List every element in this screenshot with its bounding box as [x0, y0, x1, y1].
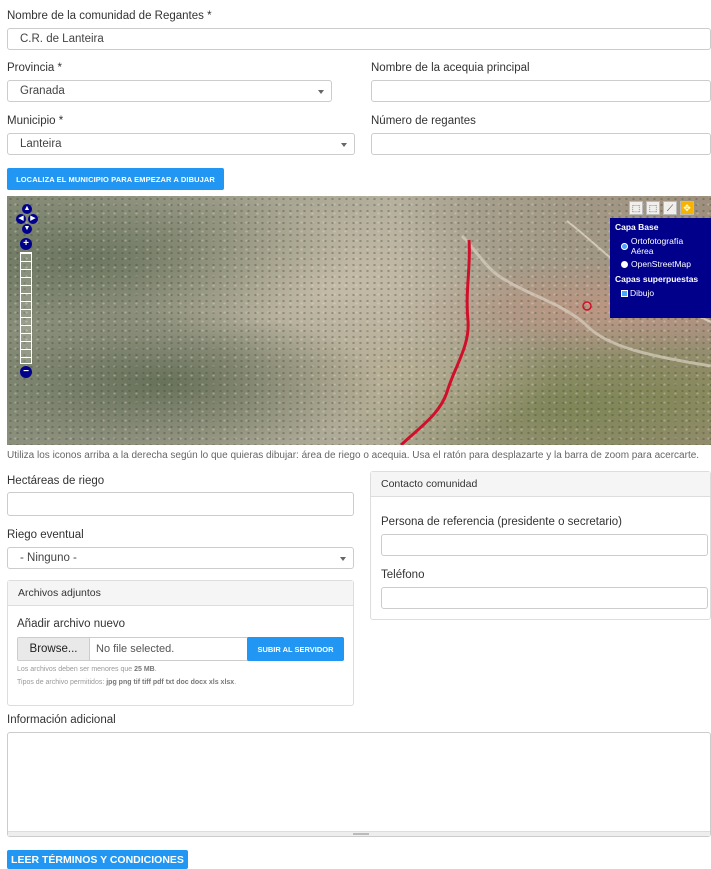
attachments-panel-title: Archivos adjuntos: [8, 581, 353, 606]
file-status: No file selected.: [96, 643, 175, 655]
contact-person-label: Persona de referencia (presidente o secr…: [381, 516, 622, 528]
radio-icon: [621, 260, 628, 268]
irrigators-label: Número de regantes: [371, 115, 476, 127]
municipality-value: Lanteira: [20, 138, 62, 150]
pan-down-icon[interactable]: ▼: [22, 224, 32, 234]
add-file-label: Añadir archivo nuevo: [17, 618, 126, 630]
contact-panel: Contacto comunidad Persona de referencia…: [370, 471, 711, 620]
zoom-slider[interactable]: [20, 252, 32, 364]
pan-right-icon[interactable]: ▶: [28, 214, 38, 224]
upload-button[interactable]: SUBIR AL SERVIDOR: [247, 637, 344, 661]
locate-municipality-button[interactable]: LOCALIZA EL MUNICIPIO PARA EMPEZAR A DIB…: [7, 168, 224, 190]
additional-info-textarea[interactable]: [7, 732, 711, 837]
types-note: Tipos de archivo permitidos: jpg png tif…: [17, 679, 237, 686]
zoom-out-button[interactable]: −: [20, 366, 32, 378]
caret-down-icon: [341, 143, 347, 147]
irrigators-input[interactable]: [371, 133, 711, 155]
drawn-point[interactable]: [582, 301, 592, 311]
base-layer-label: Ortofotografía Aérea: [630, 236, 684, 256]
canal-input[interactable]: [371, 80, 711, 102]
pan-left-icon[interactable]: ◀: [16, 214, 26, 224]
caret-down-icon: [340, 557, 346, 561]
province-select[interactable]: Granada: [7, 80, 332, 102]
pan-up-icon[interactable]: ▲: [22, 204, 32, 214]
overlay-layer-heading: Capas superpuestas: [615, 274, 699, 284]
eventual-irrigation-label: Riego eventual: [7, 529, 84, 541]
overlay-option-dibujo[interactable]: Dibujo: [621, 288, 706, 298]
map-navigation: ▲ ◀ ▶ ▼ + −: [16, 204, 38, 378]
canal-label: Nombre de la acequia principal: [371, 62, 530, 74]
resize-grip-icon: [353, 833, 369, 835]
base-layer-heading: Capa Base: [615, 222, 659, 232]
attachments-panel: Archivos adjuntos Añadir archivo nuevo B…: [7, 580, 354, 706]
base-layer-option-ortho[interactable]: Ortofotografía Aérea: [621, 236, 706, 256]
community-name-label: Nombre de la comunidad de Regantes *: [7, 10, 212, 22]
base-layer-label: OpenStreetMap: [631, 259, 692, 269]
pan-tool-icon[interactable]: ✥: [680, 201, 694, 215]
overlay-layer-label: Dibujo: [630, 288, 655, 298]
size-note-text: Los archivos deben ser menores que: [17, 666, 135, 673]
types-note-text: Tipos de archivo permitidos:: [17, 679, 107, 686]
draw-toolbar: ⬚ ⬚ ⟋ ✥: [629, 201, 694, 215]
eventual-irrigation-select[interactable]: - Ninguno -: [7, 547, 354, 569]
additional-info-label: Información adicional: [7, 714, 116, 726]
municipality-label: Municipio *: [7, 115, 64, 127]
types-note-value: jpg png tif tiff pdf txt doc docx xls xl…: [106, 679, 235, 686]
map-help-text: Utiliza los iconos arriba a la derecha s…: [7, 450, 700, 461]
draw-line-icon[interactable]: ⟋: [663, 201, 677, 215]
municipality-select[interactable]: Lanteira: [7, 133, 355, 155]
browse-button[interactable]: Browse...: [18, 638, 90, 660]
contact-panel-title: Contacto comunidad: [371, 472, 710, 497]
community-name-value: C.R. de Lanteira: [20, 33, 104, 45]
map-overlay: [399, 220, 711, 445]
terms-button[interactable]: LEER TÉRMINOS Y CONDICIONES: [7, 850, 188, 869]
phone-input[interactable]: [381, 587, 708, 609]
caret-down-icon: [318, 90, 324, 94]
draw-area-icon[interactable]: ⬚: [646, 201, 660, 215]
size-note: Los archivos deben ser menores que 25 MB…: [17, 666, 157, 673]
pan-control: ▲ ◀ ▶ ▼: [16, 204, 38, 234]
radio-selected-icon: [621, 242, 628, 250]
eventual-irrigation-value: - Ninguno -: [20, 552, 77, 564]
canal-route[interactable]: [399, 239, 471, 445]
map-view[interactable]: ▲ ◀ ▶ ▼ + − ⬚ ⬚ ⟋ ✥ Capa Base Ortofotogr…: [7, 196, 711, 445]
textarea-resize-bar[interactable]: [8, 831, 710, 836]
checkbox-checked-icon: [621, 289, 628, 297]
base-layer-option-osm[interactable]: OpenStreetMap: [621, 259, 706, 269]
zoom-in-button[interactable]: +: [20, 238, 32, 250]
contact-person-input[interactable]: [381, 534, 708, 556]
province-label: Provincia *: [7, 62, 62, 74]
size-note-value: 25 MB: [134, 666, 155, 673]
layer-switcher: Capa Base Ortofotografía Aérea OpenStree…: [610, 218, 711, 318]
province-value: Granada: [20, 85, 65, 97]
phone-label: Teléfono: [381, 569, 425, 581]
community-name-input[interactable]: C.R. de Lanteira: [7, 28, 711, 50]
draw-polygon-icon[interactable]: ⬚: [629, 201, 643, 215]
hectares-label: Hectáreas de riego: [7, 475, 105, 487]
hectares-input[interactable]: [7, 492, 354, 516]
